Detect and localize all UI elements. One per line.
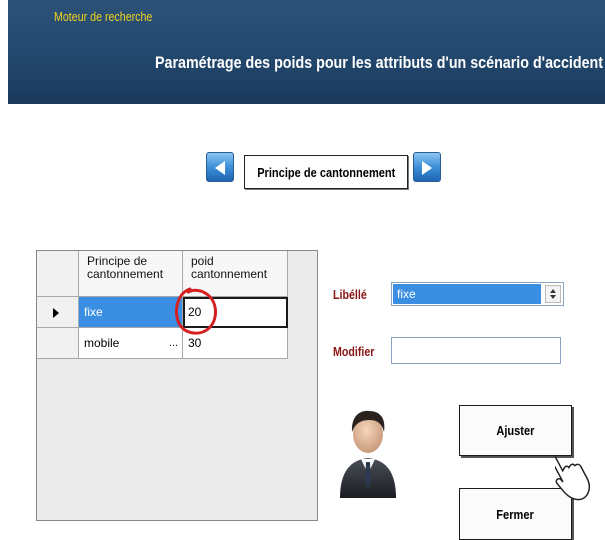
header-banner: Moteur de recherche Paramétrage des poid… <box>8 0 605 104</box>
arrow-right-icon <box>422 161 432 175</box>
row-header-2[interactable] <box>37 328 79 359</box>
row-pointer-icon <box>53 308 59 318</box>
arrow-left-icon <box>215 161 225 175</box>
annotation-circle <box>175 287 217 335</box>
cell-text: fixe <box>84 305 103 319</box>
chevron-updown-icon[interactable] <box>545 285 561 303</box>
hand-cursor-icon <box>555 453 591 501</box>
user-avatar-icon <box>340 410 396 498</box>
current-category: Principe de cantonnement <box>244 155 408 189</box>
row-header-1[interactable] <box>37 297 79 328</box>
column-header-principe-line2: cantonnement <box>87 267 164 281</box>
modifier-label: Modifier <box>333 344 375 359</box>
libelle-label: Libéllé <box>333 287 367 302</box>
app-name: Moteur de recherche <box>54 9 153 24</box>
cell-text: mobile <box>84 336 120 350</box>
table-cell-principe[interactable]: fixe <box>79 297 183 328</box>
page-title: Paramétrage des poids pour les attributs… <box>155 53 604 72</box>
modifier-input[interactable] <box>391 337 561 364</box>
next-button[interactable] <box>413 152 441 182</box>
adjust-button-label: Ajuster <box>496 423 535 438</box>
libelle-select-value: fixe <box>393 284 541 304</box>
previous-button[interactable] <box>206 152 234 182</box>
libelle-select[interactable]: fixe <box>391 282 564 306</box>
close-button-label: Fermer <box>496 506 535 522</box>
grid-corner <box>37 251 79 297</box>
column-header-principe[interactable]: Principe de cantonnement <box>79 251 183 297</box>
table-cell-principe[interactable]: mobile ... <box>79 328 183 359</box>
current-category-label: Principe de cantonnement <box>256 164 396 180</box>
column-header-poid-line2: cantonnement <box>191 267 268 281</box>
